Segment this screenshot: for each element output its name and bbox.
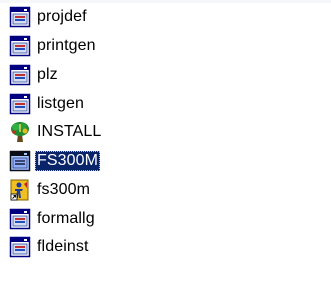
app-window-icon (9, 93, 31, 115)
file-item-fs300m-selected[interactable]: FS300M (8, 149, 101, 173)
file-item-install[interactable]: INSTALL (8, 120, 103, 144)
app-window-icon (9, 6, 31, 28)
shortcut-figure-icon (10, 179, 29, 201)
file-item-printgen[interactable]: printgen (8, 34, 98, 58)
file-label: listgen (37, 95, 84, 112)
file-label: plz (37, 66, 58, 83)
app-window-icon (9, 236, 31, 258)
file-label: printgen (37, 37, 96, 54)
file-item-fs300m[interactable]: fs300m (8, 178, 92, 202)
file-label: fldeinst (37, 238, 89, 255)
file-item-plz[interactable]: plz (8, 63, 60, 87)
file-list: projdef printgen plz listgen INSTALL FS3… (0, 0, 331, 295)
file-item-fldeinst[interactable]: fldeinst (8, 235, 91, 259)
list-top-edge (0, 0, 331, 3)
file-label: FS300M (35, 151, 101, 171)
app-window-icon (9, 35, 31, 57)
file-item-listgen[interactable]: listgen (8, 92, 86, 116)
file-label: fs300m (37, 181, 91, 198)
app-window-icon (9, 64, 31, 86)
file-label: projdef (37, 8, 87, 25)
file-label: formallg (37, 210, 95, 227)
file-item-projdef[interactable]: projdef (8, 5, 89, 29)
install-tree-icon (11, 122, 29, 142)
file-item-formallg[interactable]: formallg (8, 207, 97, 231)
app-window-icon (9, 150, 31, 172)
file-label: INSTALL (37, 123, 102, 140)
app-window-icon (9, 208, 31, 230)
